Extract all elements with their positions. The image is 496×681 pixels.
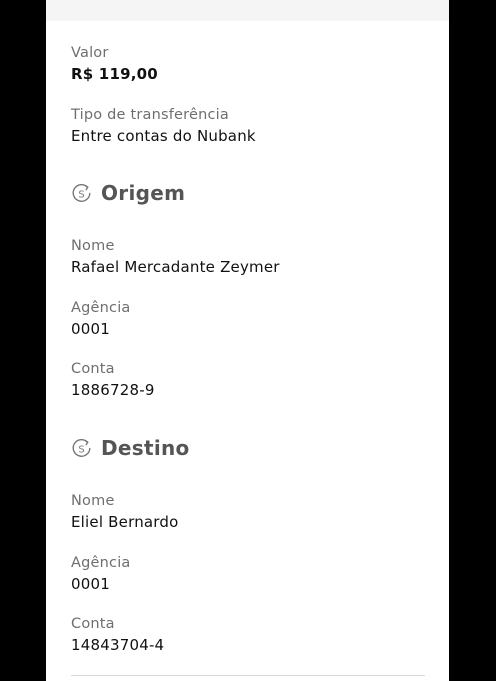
destino-nome-label: Nome: [71, 493, 115, 509]
tipo-value: Entre contas do Nubank: [71, 127, 256, 145]
origem-nome-field: Nome Rafael Mercadante Zeymer: [71, 237, 280, 277]
origem-agencia-label: Agência: [71, 300, 131, 316]
top-strip: [46, 0, 449, 21]
origem-section-title: S Origem: [71, 179, 185, 207]
destino-agencia-label: Agência: [71, 555, 131, 571]
origem-agencia-value: 0001: [71, 320, 110, 338]
divider: [71, 675, 425, 676]
destino-conta-field: Conta 14843704-4: [71, 615, 164, 655]
destino-nome-field: Nome Eliel Bernardo: [71, 492, 179, 532]
destino-section-title: S Destino: [71, 434, 190, 462]
svg-text:S: S: [78, 189, 84, 200]
origem-conta-label: Conta: [71, 361, 115, 377]
origem-nome-value: Rafael Mercadante Zeymer: [71, 258, 280, 276]
destino-agencia-value: 0001: [71, 575, 110, 593]
valor-field: Valor R$ 119,00: [71, 44, 158, 84]
origem-title: Origem: [101, 181, 186, 205]
destino-conta-value: 14843704-4: [71, 636, 165, 654]
money-transfer-icon: S: [71, 438, 92, 459]
valor-value: R$ 119,00: [71, 65, 158, 83]
destino-agencia-field: Agência 0001: [71, 554, 131, 594]
tipo-field: Tipo de transferência Entre contas do Nu…: [71, 106, 256, 146]
transfer-receipt-page: Valor R$ 119,00 Tipo de transferência En…: [46, 0, 449, 681]
origem-agencia-field: Agência 0001: [71, 299, 131, 339]
svg-text:S: S: [78, 444, 84, 455]
origem-conta-field: Conta 1886728-9: [71, 360, 155, 400]
destino-nome-value: Eliel Bernardo: [71, 513, 179, 531]
origem-conta-value: 1886728-9: [71, 381, 155, 399]
origem-nome-label: Nome: [71, 238, 115, 254]
destino-conta-label: Conta: [71, 616, 115, 632]
destino-title: Destino: [101, 436, 190, 460]
money-transfer-icon: S: [71, 183, 92, 204]
tipo-label: Tipo de transferência: [71, 107, 230, 123]
valor-label: Valor: [71, 45, 109, 61]
